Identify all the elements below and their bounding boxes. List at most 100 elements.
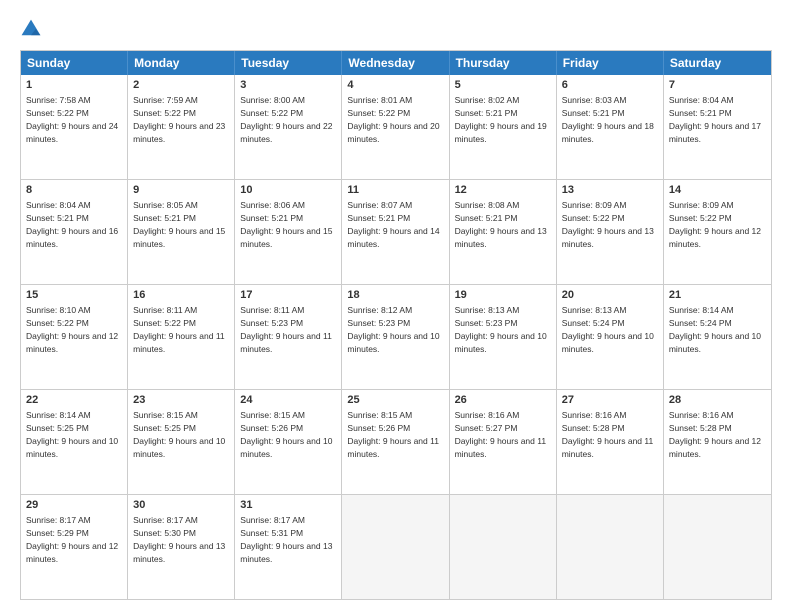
day-info: Sunrise: 8:10 AMSunset: 5:22 PMDaylight:… [26, 305, 118, 354]
table-row: 9Sunrise: 8:05 AMSunset: 5:21 PMDaylight… [128, 180, 235, 284]
day-number: 2 [133, 78, 229, 93]
day-number: 13 [562, 183, 658, 198]
day-number: 14 [669, 183, 766, 198]
table-row: 24 Sunrise: 8:15 AMSunset: 5:26 PMDayligh… [235, 390, 342, 494]
day-number: 5 [455, 78, 551, 93]
header [20, 18, 772, 40]
table-row [450, 495, 557, 599]
table-row: 19 Sunrise: 8:13 AMSunset: 5:23 PMDayligh… [450, 285, 557, 389]
day-number: 12 [455, 183, 551, 198]
day-number: 27 [562, 393, 658, 408]
day-info: Sunrise: 7:58 AMSunset: 5:22 PMDaylight:… [26, 95, 118, 144]
day-number: 18 [347, 288, 443, 303]
table-row: 10 Sunrise: 8:06 AMSunset: 5:21 PMDayligh… [235, 180, 342, 284]
day-info: Sunrise: 8:09 AMSunset: 5:22 PMDaylight:… [562, 200, 654, 249]
table-row: 28 Sunrise: 8:16 AMSunset: 5:28 PMDayligh… [664, 390, 771, 494]
day-info: Sunrise: 8:11 AMSunset: 5:23 PMDaylight:… [240, 305, 332, 354]
day-number: 24 [240, 393, 336, 408]
day-number: 9 [133, 183, 229, 198]
table-row: 22Sunrise: 8:14 AMSunset: 5:25 PMDayligh… [21, 390, 128, 494]
table-row: 4 Sunrise: 8:01 AMSunset: 5:22 PMDaylight… [342, 75, 449, 179]
day-number: 20 [562, 288, 658, 303]
day-number: 15 [26, 288, 122, 303]
page: SundayMondayTuesdayWednesdayThursdayFrid… [0, 0, 792, 612]
logo-icon [20, 18, 42, 40]
calendar-row: 15 Sunrise: 8:10 AMSunset: 5:22 PMDayligh… [21, 284, 771, 389]
table-row: 29Sunrise: 8:17 AMSunset: 5:29 PMDayligh… [21, 495, 128, 599]
table-row: 16 Sunrise: 8:11 AMSunset: 5:22 PMDayligh… [128, 285, 235, 389]
day-number: 3 [240, 78, 336, 93]
table-row: 5 Sunrise: 8:02 AMSunset: 5:21 PMDaylight… [450, 75, 557, 179]
calendar-header: SundayMondayTuesdayWednesdayThursdayFrid… [21, 51, 771, 75]
weekday-header: Friday [557, 51, 664, 75]
day-info: Sunrise: 8:07 AMSunset: 5:21 PMDaylight:… [347, 200, 439, 249]
table-row: 26Sunrise: 8:16 AMSunset: 5:27 PMDayligh… [450, 390, 557, 494]
table-row: 14 Sunrise: 8:09 AMSunset: 5:22 PMDayligh… [664, 180, 771, 284]
day-number: 17 [240, 288, 336, 303]
calendar-row: 22Sunrise: 8:14 AMSunset: 5:25 PMDayligh… [21, 389, 771, 494]
table-row: 2 Sunrise: 7:59 AMSunset: 5:22 PMDaylight… [128, 75, 235, 179]
table-row [557, 495, 664, 599]
day-number: 6 [562, 78, 658, 93]
table-row: 1 Sunrise: 7:58 AMSunset: 5:22 PMDaylight… [21, 75, 128, 179]
calendar-row: 29Sunrise: 8:17 AMSunset: 5:29 PMDayligh… [21, 494, 771, 599]
day-info: Sunrise: 7:59 AMSunset: 5:22 PMDaylight:… [133, 95, 225, 144]
day-number: 8 [26, 183, 122, 198]
table-row: 7 Sunrise: 8:04 AMSunset: 5:21 PMDaylight… [664, 75, 771, 179]
day-info: Sunrise: 8:16 AMSunset: 5:28 PMDaylight:… [669, 410, 761, 459]
day-number: 31 [240, 498, 336, 513]
calendar-body: 1 Sunrise: 7:58 AMSunset: 5:22 PMDaylight… [21, 75, 771, 599]
table-row: 23Sunrise: 8:15 AMSunset: 5:25 PMDayligh… [128, 390, 235, 494]
day-info: Sunrise: 8:04 AMSunset: 5:21 PMDaylight:… [669, 95, 761, 144]
day-info: Sunrise: 8:06 AMSunset: 5:21 PMDaylight:… [240, 200, 332, 249]
table-row [664, 495, 771, 599]
table-row: 27 Sunrise: 8:16 AMSunset: 5:28 PMDayligh… [557, 390, 664, 494]
table-row: 13 Sunrise: 8:09 AMSunset: 5:22 PMDayligh… [557, 180, 664, 284]
day-number: 16 [133, 288, 229, 303]
logo [20, 18, 44, 40]
day-info: Sunrise: 8:09 AMSunset: 5:22 PMDaylight:… [669, 200, 761, 249]
weekday-header: Tuesday [235, 51, 342, 75]
day-info: Sunrise: 8:15 AMSunset: 5:26 PMDaylight:… [240, 410, 332, 459]
day-info: Sunrise: 8:16 AMSunset: 5:28 PMDaylight:… [562, 410, 654, 459]
table-row: 15 Sunrise: 8:10 AMSunset: 5:22 PMDayligh… [21, 285, 128, 389]
day-info: Sunrise: 8:01 AMSunset: 5:22 PMDaylight:… [347, 95, 439, 144]
day-number: 21 [669, 288, 766, 303]
day-number: 29 [26, 498, 122, 513]
day-info: Sunrise: 8:11 AMSunset: 5:22 PMDaylight:… [133, 305, 225, 354]
day-info: Sunrise: 8:17 AMSunset: 5:30 PMDaylight:… [133, 515, 225, 564]
day-info: Sunrise: 8:03 AMSunset: 5:21 PMDaylight:… [562, 95, 654, 144]
calendar: SundayMondayTuesdayWednesdayThursdayFrid… [20, 50, 772, 600]
day-number: 10 [240, 183, 336, 198]
day-info: Sunrise: 8:14 AMSunset: 5:25 PMDaylight:… [26, 410, 118, 459]
day-number: 28 [669, 393, 766, 408]
calendar-row: 1 Sunrise: 7:58 AMSunset: 5:22 PMDaylight… [21, 75, 771, 179]
day-info: Sunrise: 8:13 AMSunset: 5:24 PMDaylight:… [562, 305, 654, 354]
day-number: 1 [26, 78, 122, 93]
day-info: Sunrise: 8:17 AMSunset: 5:31 PMDaylight:… [240, 515, 332, 564]
table-row: 31 Sunrise: 8:17 AMSunset: 5:31 PMDayligh… [235, 495, 342, 599]
day-info: Sunrise: 8:16 AMSunset: 5:27 PMDaylight:… [455, 410, 547, 459]
table-row: 17 Sunrise: 8:11 AMSunset: 5:23 PMDayligh… [235, 285, 342, 389]
day-number: 19 [455, 288, 551, 303]
table-row: 18Sunrise: 8:12 AMSunset: 5:23 PMDayligh… [342, 285, 449, 389]
table-row: 6 Sunrise: 8:03 AMSunset: 5:21 PMDaylight… [557, 75, 664, 179]
day-info: Sunrise: 8:02 AMSunset: 5:21 PMDaylight:… [455, 95, 547, 144]
table-row: 8Sunrise: 8:04 AMSunset: 5:21 PMDaylight… [21, 180, 128, 284]
weekday-header: Thursday [450, 51, 557, 75]
table-row: 30Sunrise: 8:17 AMSunset: 5:30 PMDayligh… [128, 495, 235, 599]
table-row: 12 Sunrise: 8:08 AMSunset: 5:21 PMDayligh… [450, 180, 557, 284]
weekday-header: Saturday [664, 51, 771, 75]
table-row: 20 Sunrise: 8:13 AMSunset: 5:24 PMDayligh… [557, 285, 664, 389]
day-info: Sunrise: 8:13 AMSunset: 5:23 PMDaylight:… [455, 305, 547, 354]
weekday-header: Sunday [21, 51, 128, 75]
table-row: 3Sunrise: 8:00 AMSunset: 5:22 PMDaylight… [235, 75, 342, 179]
calendar-row: 8Sunrise: 8:04 AMSunset: 5:21 PMDaylight… [21, 179, 771, 284]
day-number: 25 [347, 393, 443, 408]
day-info: Sunrise: 8:08 AMSunset: 5:21 PMDaylight:… [455, 200, 547, 249]
weekday-header: Wednesday [342, 51, 449, 75]
day-number: 4 [347, 78, 443, 93]
day-info: Sunrise: 8:14 AMSunset: 5:24 PMDaylight:… [669, 305, 761, 354]
day-number: 7 [669, 78, 766, 93]
table-row [342, 495, 449, 599]
